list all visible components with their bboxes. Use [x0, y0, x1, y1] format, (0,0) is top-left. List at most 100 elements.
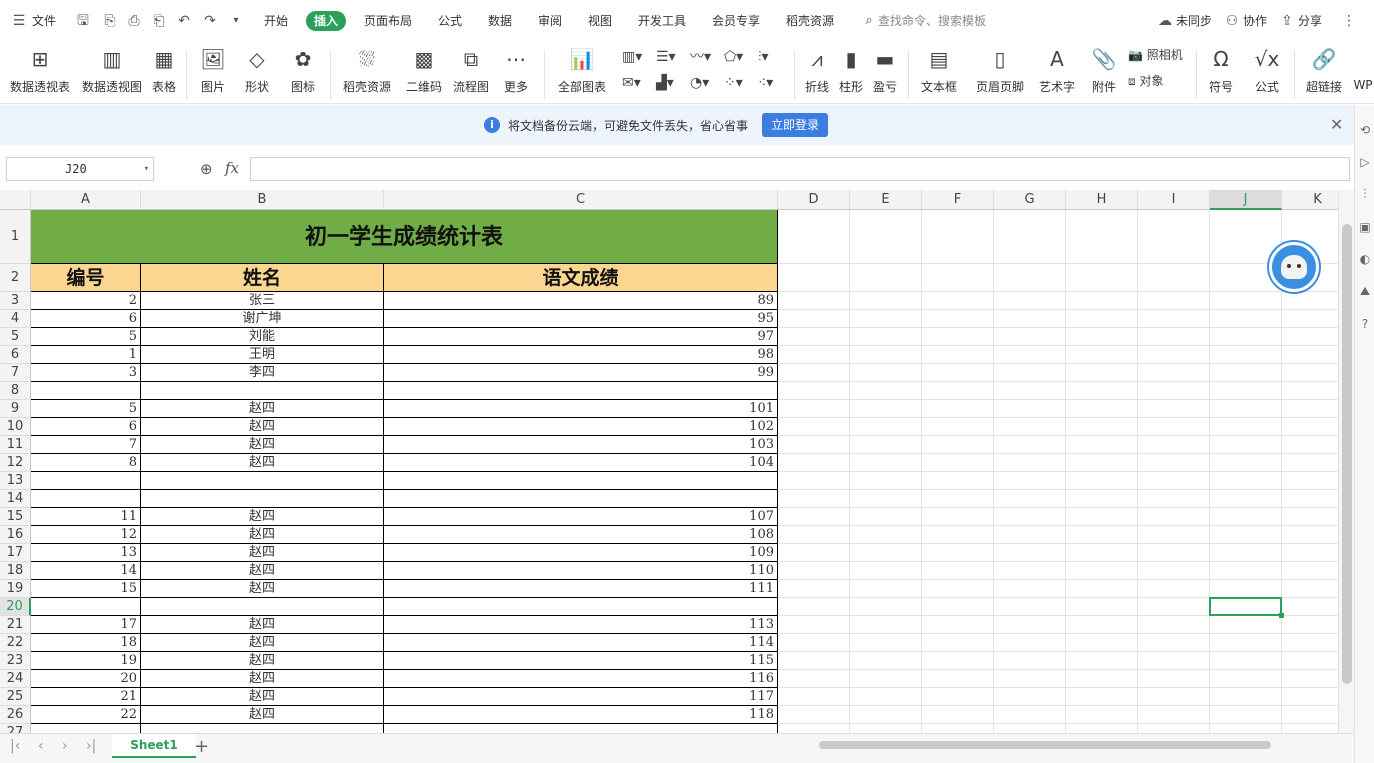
horizontal-scroll-thumb[interactable] — [819, 741, 1271, 749]
sparkline-line-button[interactable]: ⩘ 折线 — [802, 42, 832, 102]
cell-score[interactable]: 97 — [384, 328, 778, 346]
column-header-b[interactable]: B — [141, 190, 384, 210]
column-header-i[interactable]: I — [1138, 190, 1210, 210]
cell-score[interactable]: 111 — [384, 580, 778, 598]
cell-id[interactable]: 7 — [31, 436, 141, 454]
cell-id[interactable] — [31, 724, 141, 733]
tab-view[interactable]: 视图 — [588, 11, 612, 31]
cell-id[interactable] — [31, 472, 141, 490]
cell-id[interactable]: 12 — [31, 526, 141, 544]
row-header-25[interactable]: 25 — [0, 688, 31, 706]
row-header-19[interactable]: 19 — [0, 580, 31, 598]
tab-member[interactable]: 会员专享 — [712, 11, 760, 31]
cell-name[interactable]: 刘能 — [141, 328, 384, 346]
row-header-16[interactable]: 16 — [0, 526, 31, 544]
last-sheet-icon[interactable]: ›| — [86, 738, 96, 754]
cell-score[interactable] — [384, 382, 778, 400]
cell-id[interactable]: 19 — [31, 652, 141, 670]
row-header-5[interactable]: 5 — [0, 328, 31, 346]
row-header-9[interactable]: 9 — [0, 400, 31, 418]
cell-id[interactable]: 18 — [31, 634, 141, 652]
print-icon[interactable]: ⎙ — [125, 12, 143, 30]
cell-score[interactable]: 115 — [384, 652, 778, 670]
print-preview-icon[interactable]: ⎗ — [150, 12, 168, 30]
cell-name[interactable]: 赵四 — [141, 616, 384, 634]
pivot-table-button[interactable]: ⊞ 数据透视表 — [8, 42, 72, 102]
login-button[interactable]: 立即登录 — [762, 113, 828, 137]
cell-score[interactable] — [384, 472, 778, 490]
cell-id[interactable]: 3 — [31, 364, 141, 382]
cell-score[interactable]: 95 — [384, 310, 778, 328]
all-charts-button[interactable]: 📊 全部图表 — [552, 42, 612, 102]
area-chart-icon[interactable]: ✉▾ — [622, 72, 641, 94]
cell-id[interactable]: 1 — [31, 346, 141, 364]
row-header-13[interactable]: 13 — [0, 472, 31, 490]
cell-score[interactable] — [384, 598, 778, 616]
column-chart-icon[interactable]: ▥▾ — [622, 46, 642, 68]
undo-icon[interactable]: ↶ — [175, 12, 193, 30]
sidebar-select-icon[interactable]: ▷ — [1355, 155, 1374, 169]
cell-name[interactable] — [141, 724, 384, 733]
sidebar-picture-icon[interactable]: ⛰ — [1355, 284, 1374, 299]
line-chart-icon[interactable]: 〰▾ — [690, 46, 711, 68]
cell-name[interactable]: 王明 — [141, 346, 384, 364]
row-header-4[interactable]: 4 — [0, 310, 31, 328]
sidebar-theme-icon[interactable]: ◐ — [1355, 252, 1374, 266]
cell-id[interactable]: 11 — [31, 508, 141, 526]
row-header-26[interactable]: 26 — [0, 706, 31, 724]
sidebar-help-icon[interactable]: ? — [1355, 317, 1374, 331]
row-header-20[interactable]: 20 — [0, 598, 31, 616]
row-header-18[interactable]: 18 — [0, 562, 31, 580]
cell-name[interactable]: 赵四 — [141, 706, 384, 724]
header-id-cell[interactable]: 编号 — [31, 264, 141, 292]
row-header-15[interactable]: 15 — [0, 508, 31, 526]
cell-score[interactable]: 117 — [384, 688, 778, 706]
wps-button[interactable]: WP — [1352, 42, 1374, 102]
tab-data[interactable]: 数据 — [488, 11, 512, 31]
horizontal-scrollbar[interactable] — [805, 739, 1317, 751]
column-header-e[interactable]: E — [850, 190, 922, 210]
row-header-2[interactable]: 2 — [0, 264, 31, 292]
formula-button[interactable]: √x 公式 — [1248, 42, 1286, 102]
cell-name[interactable]: 赵四 — [141, 670, 384, 688]
cell-name[interactable]: 赵四 — [141, 454, 384, 472]
header-name-cell[interactable]: 姓名 — [141, 264, 384, 292]
row-header-8[interactable]: 8 — [0, 382, 31, 400]
other-chart-icon[interactable]: ⁖▾ — [758, 72, 773, 94]
icon-library-button[interactable]: ✿ 图标 — [284, 42, 322, 102]
column-header-a[interactable]: A — [31, 190, 141, 210]
zoom-icon[interactable]: ⊕ — [200, 160, 213, 178]
header-score-cell[interactable]: 语文成绩 — [384, 264, 778, 292]
cell-score[interactable] — [384, 724, 778, 733]
prev-sheet-icon[interactable]: ‹ — [38, 738, 44, 754]
cell-score[interactable]: 116 — [384, 670, 778, 688]
name-box[interactable]: J20 ▾ — [6, 157, 154, 181]
cell-id[interactable]: 2 — [31, 292, 141, 310]
column-header-c[interactable]: C — [384, 190, 778, 210]
sparkline-column-button[interactable]: ▮ 柱形 — [836, 42, 866, 102]
textbox-button[interactable]: ▤ 文本框 — [916, 42, 962, 102]
cell-id[interactable] — [31, 382, 141, 400]
cell-score[interactable]: 108 — [384, 526, 778, 544]
flowchart-button[interactable]: ⧉ 流程图 — [450, 42, 492, 102]
redo-icon[interactable]: ↷ — [201, 12, 219, 30]
cell-id[interactable]: 22 — [31, 706, 141, 724]
row-header-11[interactable]: 11 — [0, 436, 31, 454]
cell-id[interactable]: 14 — [31, 562, 141, 580]
attachment-button[interactable]: 📎 附件 — [1088, 42, 1120, 102]
cell-name[interactable]: 赵四 — [141, 688, 384, 706]
object-button[interactable]: ⧈ 对象 — [1128, 70, 1163, 92]
cell-name[interactable]: 赵四 — [141, 418, 384, 436]
cell-id[interactable]: 21 — [31, 688, 141, 706]
row-header-7[interactable]: 7 — [0, 364, 31, 382]
combo-chart-icon[interactable]: ▟▾ — [656, 72, 674, 94]
next-sheet-icon[interactable]: › — [62, 738, 68, 754]
cell-id[interactable]: 17 — [31, 616, 141, 634]
picture-button[interactable]: 🖼 图片 — [194, 42, 232, 102]
column-header-h[interactable]: H — [1066, 190, 1138, 210]
pie-chart-icon[interactable]: ◔▾ — [690, 72, 709, 94]
row-header-21[interactable]: 21 — [0, 616, 31, 634]
name-box-dropdown-icon[interactable]: ▾ — [144, 158, 149, 180]
row-header-10[interactable]: 10 — [0, 418, 31, 436]
menu-file[interactable]: 文件 — [32, 11, 56, 31]
